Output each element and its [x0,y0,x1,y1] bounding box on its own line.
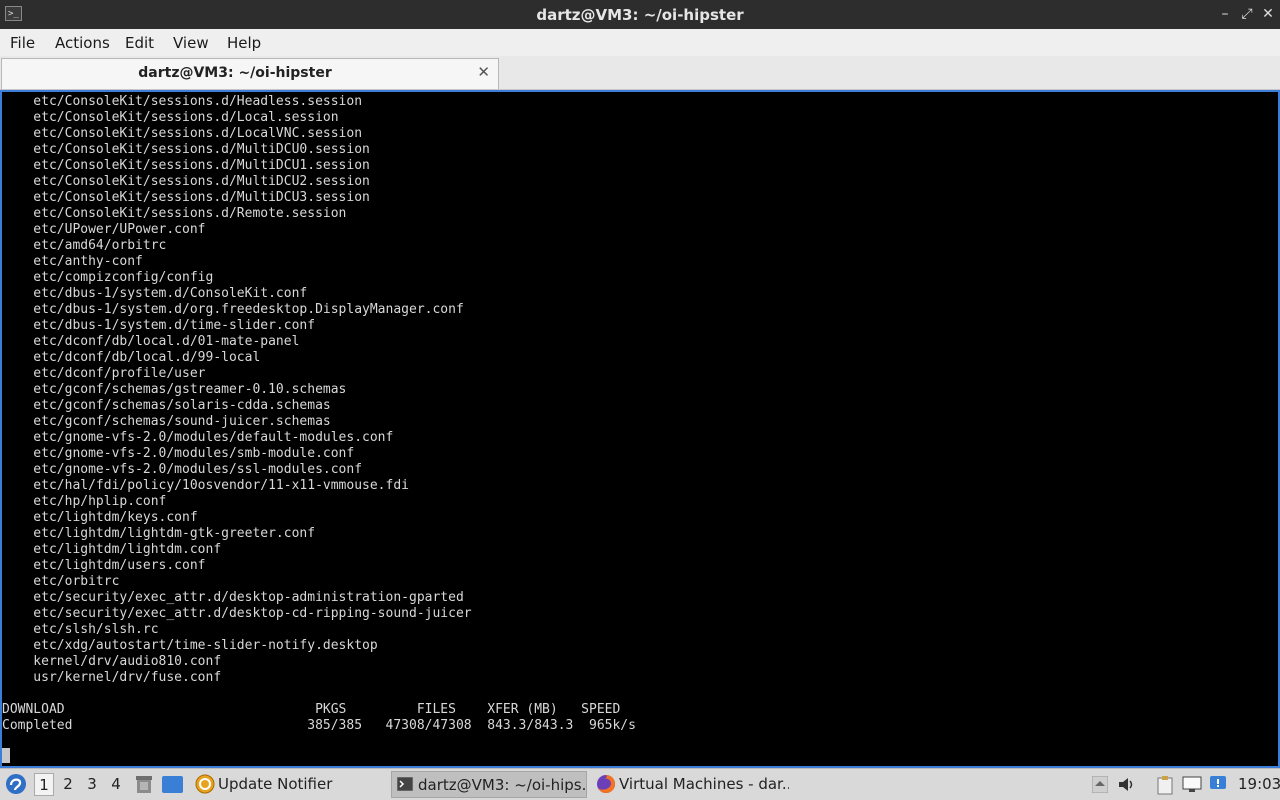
workspace-3[interactable]: 3 [82,773,102,796]
tab-terminal[interactable]: dartz@VM3: ~/oi-hipster ✕ [1,58,499,89]
task-update-notifier[interactable]: Update Notifier [192,771,382,798]
task-terminal[interactable]: dartz@VM3: ~/oi-hips... [391,771,587,798]
tab-close-icon[interactable]: ✕ [477,63,490,81]
task-label: Update Notifier [218,775,333,793]
workspace-2[interactable]: 2 [58,773,78,796]
task-label: Virtual Machines - dar... [619,775,789,793]
clock[interactable]: 19:03 [1238,769,1280,800]
update-notifier-icon [195,774,215,794]
menu-edit[interactable]: Edit [125,34,154,52]
minimize-icon[interactable]: – [1218,6,1232,22]
tab-bar: dartz@VM3: ~/oi-hipster ✕ [0,56,1280,90]
volume-icon[interactable] [1118,776,1136,793]
notification-icon[interactable] [1209,775,1227,793]
terminal-output: etc/ConsoleKit/sessions.d/Headless.sessi… [2,94,636,733]
show-desktop-icon[interactable] [162,776,183,793]
task-virtual-machines[interactable]: Virtual Machines - dar... [593,771,789,798]
clipboard-icon[interactable] [1156,775,1174,795]
terminal-view[interactable]: etc/ConsoleKit/sessions.d/Headless.sessi… [0,90,1280,768]
tab-label: dartz@VM3: ~/oi-hipster [138,65,332,81]
menu-view[interactable]: View [173,34,209,52]
network-icon[interactable] [1182,776,1202,793]
firefox-icon [597,774,616,793]
terminal-icon [397,777,413,791]
window-titlebar[interactable]: >_ dartz@VM3: ~/oi-hipster – ⤢ ✕ [0,0,1280,29]
taskbar: 1 2 3 4 Update Notifier dartz@VM3: ~/oi-… [0,768,1280,800]
maximize-icon[interactable]: ⤢ [1240,6,1254,22]
menu-bar: File Actions Edit View Help [0,29,1280,56]
menu-help[interactable]: Help [227,34,261,52]
trash-icon[interactable] [135,775,153,794]
terminal-cursor [2,748,10,763]
task-label: dartz@VM3: ~/oi-hips... [418,776,587,794]
close-icon[interactable]: ✕ [1261,6,1275,22]
menu-actions[interactable]: Actions [55,34,110,52]
tray-arrow-icon[interactable] [1092,776,1108,793]
start-menu-icon[interactable] [5,773,27,795]
window-title: dartz@VM3: ~/oi-hipster [536,6,744,24]
menu-file[interactable]: File [10,34,35,52]
workspace-1[interactable]: 1 [34,773,54,796]
workspace-4[interactable]: 4 [106,773,126,796]
